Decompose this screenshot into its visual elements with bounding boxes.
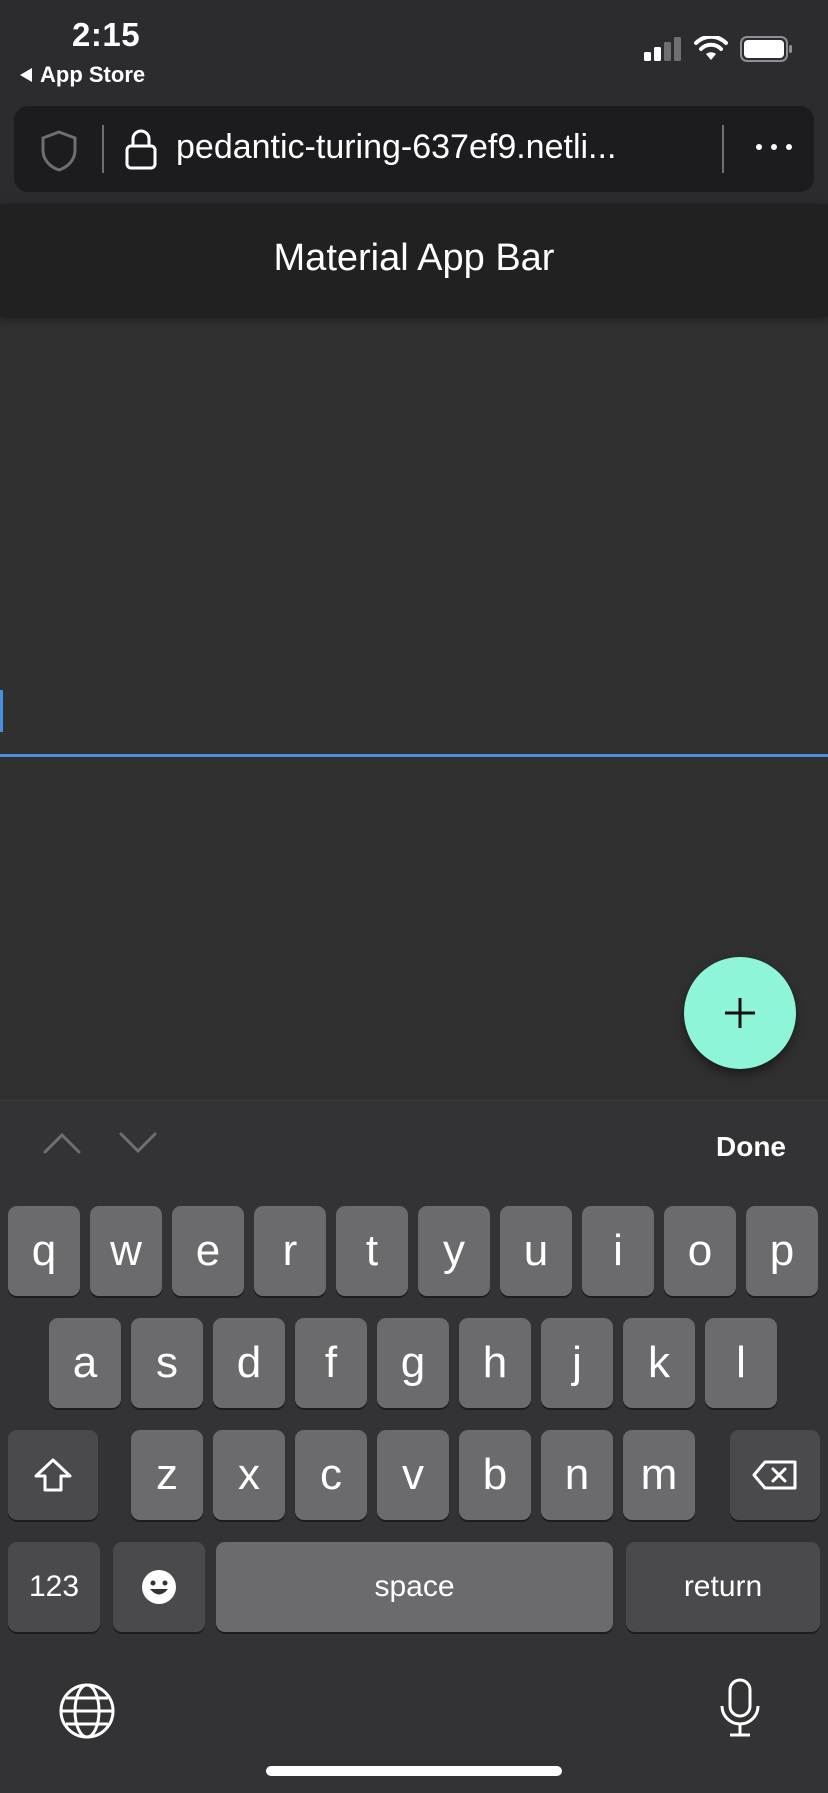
status-time: 2:15 bbox=[72, 16, 141, 53]
key[interactable]: m bbox=[623, 1430, 695, 1520]
key[interactable]: z bbox=[131, 1430, 203, 1520]
key[interactable]: h bbox=[459, 1318, 531, 1408]
divider bbox=[722, 125, 724, 173]
back-app-label: App Store bbox=[40, 62, 146, 87]
chevron-up-icon[interactable] bbox=[42, 1131, 82, 1155]
backspace-key[interactable] bbox=[730, 1430, 820, 1520]
key[interactable]: t bbox=[336, 1206, 408, 1296]
key[interactable]: c bbox=[295, 1430, 367, 1520]
emoji-icon bbox=[142, 1570, 176, 1604]
key[interactable]: v bbox=[377, 1430, 449, 1520]
globe-icon[interactable] bbox=[58, 1682, 116, 1740]
back-arrow-icon bbox=[20, 68, 32, 82]
space-key[interactable]: space bbox=[216, 1542, 613, 1632]
key[interactable]: e bbox=[172, 1206, 244, 1296]
lock-icon bbox=[125, 129, 157, 170]
backspace-icon bbox=[752, 1460, 797, 1490]
signal-icon bbox=[644, 37, 681, 61]
key[interactable]: l bbox=[705, 1318, 777, 1408]
emoji-key[interactable] bbox=[113, 1542, 205, 1632]
status-icons bbox=[644, 36, 794, 62]
return-key[interactable]: return bbox=[626, 1542, 820, 1632]
key[interactable]: g bbox=[377, 1318, 449, 1408]
key[interactable]: u bbox=[500, 1206, 572, 1296]
key[interactable]: q bbox=[8, 1206, 80, 1296]
key[interactable]: x bbox=[213, 1430, 285, 1520]
numbers-key[interactable]: 123 bbox=[8, 1542, 100, 1632]
key[interactable]: b bbox=[459, 1430, 531, 1520]
shield-icon[interactable] bbox=[40, 130, 78, 172]
battery-icon bbox=[740, 36, 792, 62]
key[interactable]: f bbox=[295, 1318, 367, 1408]
key[interactable]: d bbox=[213, 1318, 285, 1408]
divider bbox=[102, 125, 104, 173]
plus-icon bbox=[725, 998, 755, 1028]
done-button[interactable]: Done bbox=[716, 1131, 786, 1163]
key[interactable]: a bbox=[49, 1318, 121, 1408]
key[interactable]: o bbox=[664, 1206, 736, 1296]
key[interactable]: w bbox=[90, 1206, 162, 1296]
app-bar-title: Material App Bar bbox=[273, 236, 555, 279]
browser-toolbar: pedantic-turing-637ef9.netli... bbox=[0, 100, 828, 204]
keyboard: Done q w e r t y u i o p a s d f g h j k… bbox=[0, 1100, 828, 1793]
more-icon[interactable] bbox=[756, 144, 792, 150]
text-field-underline[interactable] bbox=[0, 754, 828, 757]
keyboard-toolbar: Done bbox=[0, 1101, 828, 1189]
url-bar[interactable]: pedantic-turing-637ef9.netli... bbox=[14, 106, 814, 192]
microphone-icon[interactable] bbox=[718, 1678, 762, 1738]
key[interactable]: n bbox=[541, 1430, 613, 1520]
status-bar: 2:15 App Store bbox=[0, 0, 828, 100]
key[interactable]: r bbox=[254, 1206, 326, 1296]
key[interactable]: s bbox=[131, 1318, 203, 1408]
shift-icon bbox=[34, 1458, 72, 1492]
add-fab-button[interactable] bbox=[684, 957, 796, 1069]
key[interactable]: k bbox=[623, 1318, 695, 1408]
key[interactable]: j bbox=[541, 1318, 613, 1408]
text-cursor bbox=[0, 690, 3, 732]
home-indicator[interactable] bbox=[266, 1766, 562, 1776]
shift-key[interactable] bbox=[8, 1430, 98, 1520]
key[interactable]: i bbox=[582, 1206, 654, 1296]
wifi-icon bbox=[694, 36, 728, 60]
app-bar: Material App Bar bbox=[0, 204, 828, 316]
key[interactable]: p bbox=[746, 1206, 818, 1296]
chevron-down-icon[interactable] bbox=[118, 1131, 158, 1155]
key[interactable]: y bbox=[418, 1206, 490, 1296]
url-text[interactable]: pedantic-turing-637ef9.netli... bbox=[176, 128, 616, 167]
back-to-app-link[interactable]: App Store bbox=[20, 62, 145, 88]
